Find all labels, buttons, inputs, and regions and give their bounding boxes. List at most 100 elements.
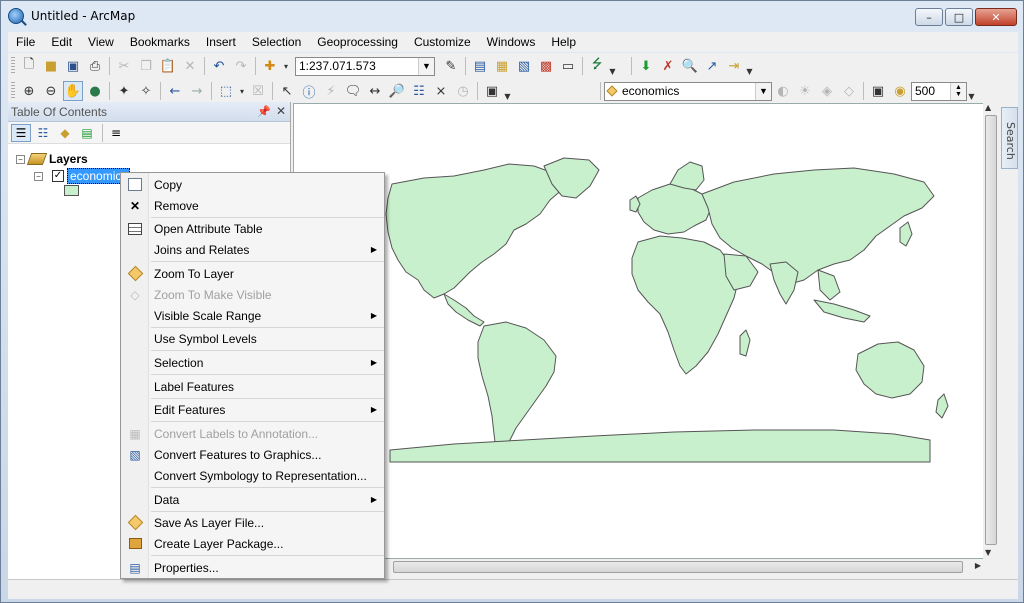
menu-edit[interactable]: Edit [43,32,80,52]
close-button[interactable]: ✕ [975,8,1017,26]
pan-icon[interactable]: ✋ [63,81,83,101]
pin-icon[interactable]: 📌 [257,105,271,118]
add-data-dropdown-icon[interactable]: ▾ [282,56,290,76]
menu-windows[interactable]: Windows [479,32,544,52]
delete-icon[interactable]: ✕ [180,56,200,76]
add-data-arrow-icon[interactable]: ⬇ [636,56,656,76]
toolbar-options-icon[interactable]: ▼ [745,56,754,76]
zoom-in-icon[interactable]: ⊕ [19,81,39,101]
find-icon[interactable]: 🔍 [680,56,700,76]
layers-label[interactable]: Layers [49,152,88,166]
menu-convert-features-to-graphics[interactable]: ▧ Convert Features to Graphics... [121,444,384,465]
menu-data[interactable]: Data ▶ [121,489,384,510]
options-icon[interactable]: ≡ [106,124,126,142]
route-icon[interactable]: ↗ [702,56,722,76]
zoom-out-icon[interactable]: ⊖ [41,81,61,101]
measure-icon[interactable]: ↔ [365,81,385,101]
transparency-icon[interactable]: ◉ [890,81,910,101]
forward-extent-icon[interactable]: → [187,81,207,101]
menu-use-symbol-levels[interactable]: Use Symbol Levels [121,328,384,349]
copy-icon[interactable]: ❐ [136,56,156,76]
table-of-contents-icon[interactable]: ▤ [470,56,490,76]
create-viewer-window-icon[interactable]: ▣ [482,81,502,101]
menu-selection[interactable]: Selection ▶ [121,352,384,373]
map-view[interactable] [293,103,990,559]
brightness-icon[interactable]: ☀ [795,81,815,101]
contrast-icon[interactable]: ◐ [773,81,793,101]
undo-icon[interactable]: ↶ [209,56,229,76]
search-side-tab[interactable]: Search [1001,107,1018,169]
toolbar-options-icon[interactable]: ▼ [608,56,617,76]
menu-copy[interactable]: Copy [121,174,384,195]
modelbuilder-icon[interactable]: ⭍ [587,56,607,76]
python-window-icon[interactable]: ▭ [558,56,578,76]
catalog-icon[interactable]: ▦ [492,56,512,76]
full-extent-icon[interactable]: ● [85,81,105,101]
cut-icon[interactable]: ✂ [114,56,134,76]
layer-symbol-swatch[interactable] [64,185,79,196]
flicker-rate-stepper[interactable]: 500 ▲ ▼ [911,81,967,101]
save-icon[interactable]: ▣ [63,56,83,76]
menu-selection[interactable]: Selection [244,32,309,52]
new-document-icon[interactable]: 🗋 [19,56,39,76]
menu-customize[interactable]: Customize [406,32,479,52]
redo-icon[interactable]: ↷ [231,56,251,76]
menu-create-layer-package[interactable]: Create Layer Package... [121,533,384,554]
search-window-icon[interactable]: ▧ [514,56,534,76]
menu-properties[interactable]: ▤ Properties... [121,557,384,578]
open-folder-icon[interactable]: ■ [41,56,61,76]
flicker-icon[interactable]: ◇ [839,81,859,101]
identify-icon[interactable]: ⓘ [299,81,319,101]
select-elements-icon[interactable]: ↖ [277,81,297,101]
print-icon[interactable]: ⎙ [85,56,105,76]
menu-edit-features[interactable]: Edit Features ▶ [121,399,384,420]
menu-save-as-layer-file[interactable]: Save As Layer File... [121,512,384,533]
editor-toolbar-icon[interactable]: ✎ [441,56,461,76]
menu-help[interactable]: Help [543,32,584,52]
go-to-xy-icon[interactable]: ⇥ [724,56,744,76]
hyperlink-icon[interactable]: ⚡ [321,81,341,101]
clear-selected-icon[interactable]: ☒ [248,81,268,101]
toolbar-options-icon[interactable]: ▼ [503,81,512,101]
layer-combo[interactable]: economics ▼ [604,81,772,101]
minimize-button[interactable]: – [915,8,943,26]
collapse-icon[interactable]: − [16,154,25,164]
paste-icon[interactable]: 📋 [158,56,178,76]
arctoolbox-icon[interactable]: ▩ [536,56,556,76]
time-slider-icon[interactable]: ◷ [453,81,473,101]
flicker-rate-icon[interactable]: ▣ [868,81,888,101]
menu-geoprocessing[interactable]: Geoprocessing [309,32,406,52]
select-features-icon[interactable]: ⬚ [216,81,236,101]
horizontal-scroll-thumb[interactable] [393,561,963,573]
clear-selection-icon[interactable]: ✗ [658,56,678,76]
menu-bookmarks[interactable]: Bookmarks [122,32,198,52]
add-data-icon[interactable]: ✚ [260,56,280,76]
vertical-scroll-thumb[interactable] [985,115,997,545]
toolbar-options-icon[interactable]: ▼ [967,81,976,101]
scroll-up-icon[interactable]: ▲ [985,103,991,112]
find-route-icon[interactable]: ☷ [409,81,429,101]
back-extent-icon[interactable]: ← [165,81,185,101]
menu-joins-and-relates[interactable]: Joins and Relates ▶ [121,239,384,260]
menu-remove[interactable]: ✕ Remove [121,195,384,216]
list-by-source-icon[interactable]: ☷ [33,124,53,142]
menu-convert-symbology-to-representation[interactable]: Convert Symbology to Representation... [121,465,384,486]
scroll-down-icon[interactable]: ▼ [985,548,991,557]
map-scale-combo[interactable]: 1:237.071.573 ▼ [295,56,435,76]
list-by-drawing-order-icon[interactable]: ☰ [11,123,31,142]
html-popup-icon[interactable]: 🗨 [343,81,363,101]
swipe-icon[interactable]: ◈ [817,81,837,101]
menu-view[interactable]: View [80,32,122,52]
menu-file[interactable]: File [8,32,43,52]
menu-label-features[interactable]: Label Features [121,376,384,397]
menu-open-attribute-table[interactable]: Open Attribute Table [121,218,384,239]
maximize-button[interactable]: □ [945,8,973,26]
find-features-icon[interactable]: 🔎 [387,81,407,101]
spin-arrows-icon[interactable]: ▲ ▼ [950,82,966,100]
menu-visible-scale-range[interactable]: Visible Scale Range ▶ [121,305,384,326]
chevron-down-icon[interactable]: ▼ [418,57,434,75]
list-by-visibility-icon[interactable]: ◆ [55,124,75,142]
chevron-down-icon[interactable]: ▼ [755,82,771,100]
layer-visibility-checkbox[interactable]: ✓ [52,170,64,182]
select-dropdown-icon[interactable]: ▾ [238,81,246,101]
